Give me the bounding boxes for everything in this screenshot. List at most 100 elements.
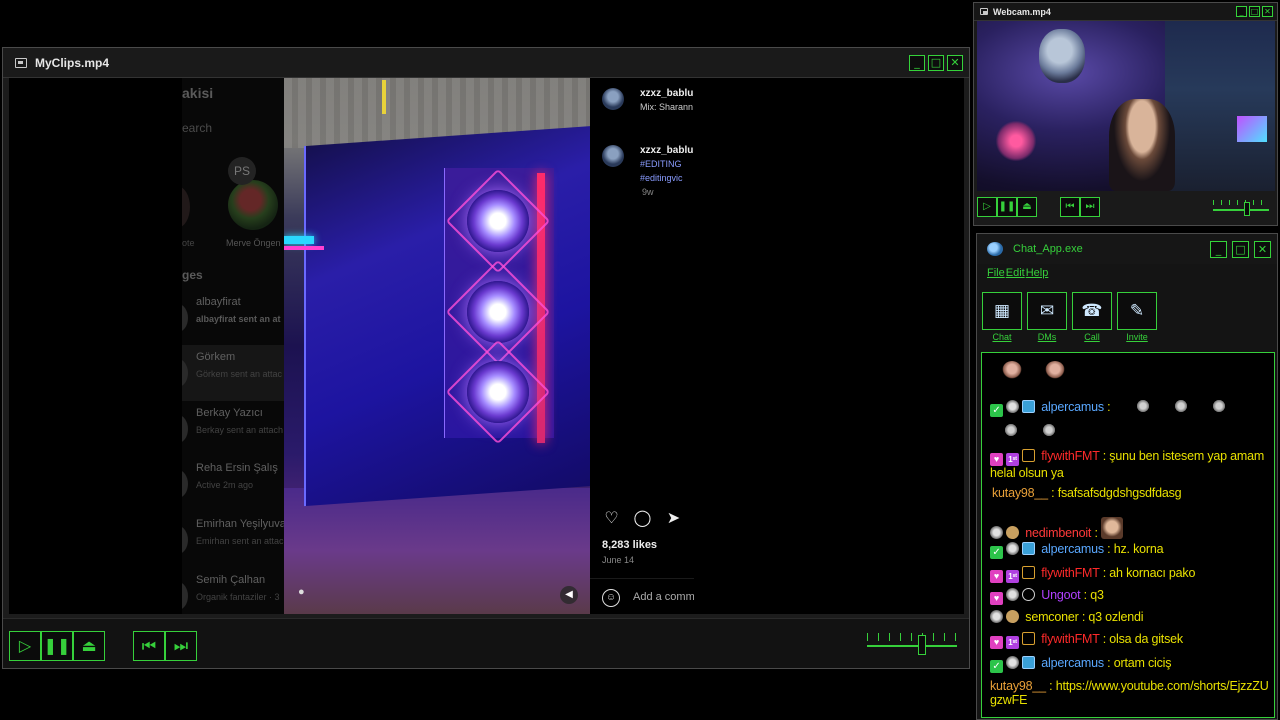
chat-username[interactable]: semconer [1025,610,1078,624]
pause-button[interactable]: ❚❚ [41,631,73,661]
dm-thread[interactable]: Emirhan Yeşilyuva Emirhan sent an attac [182,512,284,568]
previous-button[interactable]: ⏮ [133,631,165,661]
volume-slider[interactable] [867,631,957,659]
emote-icon [1042,423,1056,437]
player-title: MyClips.mp4 [35,55,110,70]
menu-help[interactable]: Help [1026,267,1049,279]
dm-thread[interactable]: Semih Çalhan Organik fantaziler · 3 [182,568,284,614]
chat-username[interactable]: flywithFMT [1041,632,1099,646]
emote-row [1004,423,1056,438]
chat-username[interactable]: alpercamus [1041,542,1104,556]
call-tool-button[interactable]: ☎ Call [1072,292,1112,342]
volume-slider[interactable] [1213,199,1269,217]
next-button[interactable]: ⏭ [1080,197,1100,217]
smile-badge-icon [1006,526,1019,539]
maximize-button[interactable]: □ [1232,241,1249,258]
eject-button[interactable]: ⏏ [73,631,105,661]
chat-titlebar[interactable]: Chat_App.exe _ □ ✕ [977,234,1277,264]
play-button[interactable]: ▷ [9,631,41,661]
emoji-icon[interactable]: ☺ [602,589,620,607]
chat-log[interactable]: ✓ alpercamus : ♥ 1ˢᵗ flywithFMT : şunu be… [981,352,1275,718]
eject-button[interactable]: ⏏ [1017,197,1037,217]
dm-preview: albayfirat sent an at [196,314,281,324]
chat-username[interactable]: kutay98__ [992,486,1048,500]
heart-icon[interactable]: ♡ [602,508,621,527]
volume-knob[interactable] [1244,202,1250,216]
gift-badge-icon [1022,632,1035,645]
close-button[interactable]: ✕ [947,55,963,71]
author-avatar[interactable] [602,88,624,110]
maximize-button[interactable]: □ [1249,6,1260,17]
story-avatar[interactable] [228,180,278,230]
previous-button[interactable]: ⏮ [1060,197,1080,217]
messages-heading: ges [182,268,203,282]
likes-count[interactable]: 8,283 likes [602,539,657,551]
comment-time: 9w [642,187,654,197]
chat-username[interactable]: alpercamus [1041,656,1104,670]
background-monitor [1237,116,1267,142]
chat-username[interactable]: kutay98__ [990,679,1046,693]
dm-thread[interactable]: Reha Ersin Şalış Active 2m ago [182,456,284,512]
music-label[interactable]: Mix: Sharann [640,102,693,112]
invite-tool-button[interactable]: ✎ Invite [1117,292,1157,342]
minimize-button[interactable]: _ [909,55,925,71]
tagged-user-icon[interactable]: ● [298,586,312,600]
chat-text: q3 [1086,588,1104,602]
volume-track [867,645,957,647]
dm-avatar [182,359,188,387]
webcam-titlebar[interactable]: Webcam.mp4 _ □ ✕ [974,3,1277,21]
pause-button[interactable]: ❚❚ [997,197,1017,217]
dm-thread[interactable]: albayfirat albayfirat sent an at [182,290,284,346]
reel-video[interactable]: ● ◀ [284,78,590,614]
dm-preview: Active 2m ago [196,480,254,490]
search-input[interactable]: earch [182,121,212,135]
chat-username[interactable]: flywithFMT [1041,449,1099,463]
video-player-window: MyClips.mp4 _ □ ✕ akisi earch ote PS Mer… [2,47,970,669]
comment-icon[interactable]: ◯ [633,508,652,527]
chat-username[interactable]: Ungoot [1041,588,1080,602]
menu-file[interactable]: File [987,267,1005,279]
rgb-fan [467,361,529,423]
chat-message: ✓ alpercamus : [990,399,1226,417]
dm-thread[interactable]: Görkem Görkem sent an attac [182,345,284,401]
globe-badge-icon [1006,542,1019,555]
dm-name: Görkem [196,351,236,363]
dm-preview: Berkay sent an attach [196,425,284,435]
maximize-button[interactable]: □ [928,55,944,71]
player-titlebar[interactable]: MyClips.mp4 _ □ ✕ [3,48,969,78]
author-avatar[interactable] [602,145,624,167]
volume-knob[interactable] [918,635,926,655]
comment-username[interactable]: xzxz_bablu [640,145,693,156]
speaker-icon[interactable]: ◀ [560,586,578,604]
author-username[interactable]: xzxz_bablu [640,88,693,99]
menu-edit[interactable]: Edit [1006,267,1025,279]
add-comment-input[interactable]: Add a comm [633,591,694,603]
chat-tool-button[interactable]: ▦ Chat [982,292,1022,342]
chat-message: ♥ Ungoot : q3 [990,588,1104,605]
share-icon[interactable]: ➤ [664,508,683,527]
account-name[interactable]: akisi [182,85,213,101]
dms-tool-button[interactable]: ✉ DMs [1027,292,1067,342]
chat-username[interactable]: flywithFMT [1041,566,1099,580]
heart-badge-icon: ♥ [990,453,1003,466]
next-button[interactable]: ⏭ [165,631,197,661]
chat-icon: ▦ [982,292,1022,330]
hashtag-link[interactable]: #editingvic [640,173,683,183]
dm-thread[interactable]: Berkay Yazıcı Berkay sent an attach [182,401,284,457]
chat-username[interactable]: alpercamus [1041,400,1104,414]
story-avatar[interactable] [182,186,190,228]
play-button[interactable]: ▷ [977,197,997,217]
dm-avatar [182,415,188,443]
chat-text: ah kornacı pako [1106,566,1196,580]
minimize-button[interactable]: _ [1210,241,1227,258]
chat-text: fsafsafsdgdshgsdfdasg [1054,486,1182,500]
chat-username[interactable]: nedimbenoit [1025,526,1091,540]
background-lamp [995,121,1037,161]
hashtag-link[interactable]: #EDITING [640,159,682,169]
first-badge-icon: 1ˢᵗ [1006,570,1019,583]
close-button[interactable]: ✕ [1262,6,1273,17]
close-button[interactable]: ✕ [1254,241,1271,258]
globe-badge-icon [990,610,1003,623]
minimize-button[interactable]: _ [1236,6,1247,17]
megaphone-icon: ✉ [1027,292,1067,330]
